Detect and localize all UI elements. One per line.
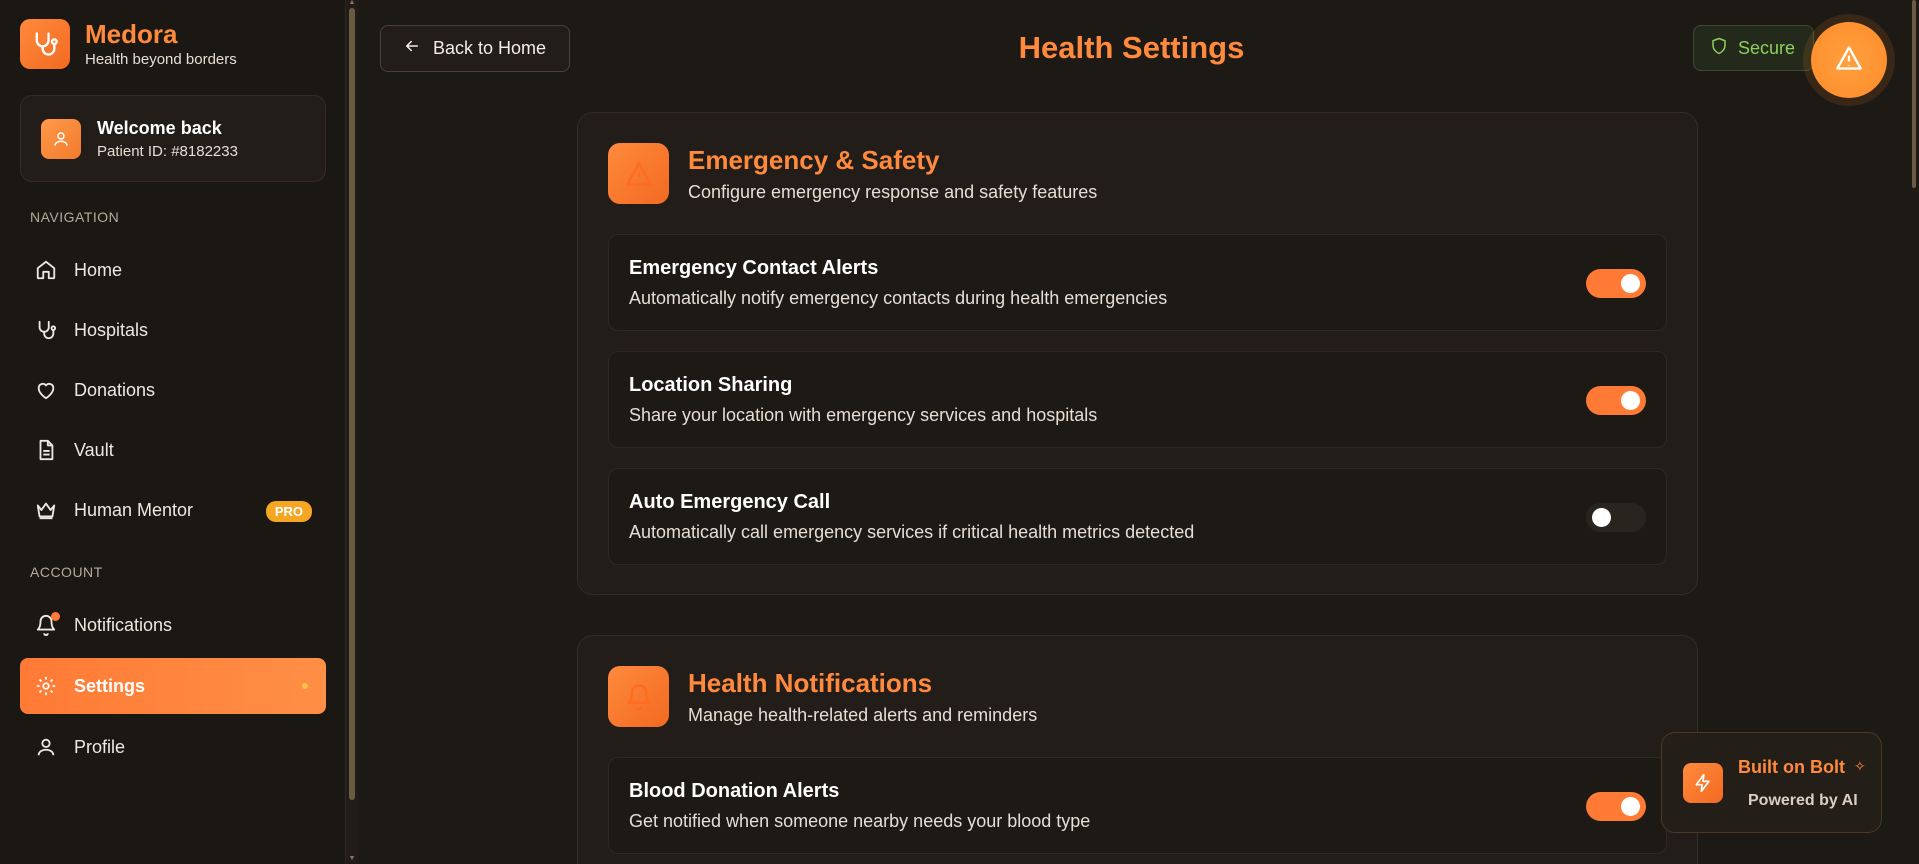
- section-title: Emergency & Safety: [688, 144, 940, 175]
- notification-dot: [51, 612, 60, 621]
- section-title: Health Notifications: [688, 667, 933, 698]
- home-icon: [34, 258, 58, 282]
- toggle-knob: [1621, 391, 1640, 410]
- bolt-subtitle: Powered by AI: [1748, 792, 1858, 809]
- scrollbar-thumb[interactable]: [1912, 0, 1916, 188]
- main-scrollbar[interactable]: [1909, 0, 1919, 864]
- emergency-contact-alerts-toggle[interactable]: [1586, 269, 1646, 298]
- section-subtitle: Configure emergency response and safety …: [688, 181, 1098, 202]
- sidebar-item-settings[interactable]: Settings: [20, 658, 326, 714]
- sidebar: Medora Health beyond borders Welcome bac…: [0, 0, 346, 864]
- secure-badge: Secure: [1693, 25, 1814, 71]
- setting-desc: Automatically call emergency services if…: [629, 522, 1195, 542]
- sparkle-icon: ✧: [1854, 758, 1866, 774]
- built-on-bolt-badge[interactable]: Built on Bolt ✧ Powered by AI: [1661, 732, 1882, 833]
- sidebar-item-home[interactable]: Home: [20, 242, 326, 298]
- patient-id: Patient ID: #8182233: [97, 142, 238, 160]
- secure-label: Secure: [1738, 37, 1796, 58]
- sidebar-item-label: Home: [74, 259, 123, 280]
- heart-icon: [34, 378, 58, 402]
- location-sharing-toggle[interactable]: [1586, 386, 1646, 415]
- user-avatar-icon: [41, 118, 81, 159]
- sidebar-item-vault[interactable]: Vault: [20, 422, 326, 478]
- setting-title: Auto Emergency Call: [629, 491, 831, 513]
- health-notifications-card: Health Notifications Manage health-relat…: [577, 635, 1698, 864]
- emergency-safety-card: Emergency & Safety Configure emergency r…: [577, 112, 1698, 595]
- back-button-label: Back to Home: [433, 38, 547, 58]
- warning-icon: [1835, 44, 1863, 77]
- bell-icon: [608, 666, 669, 727]
- sidebar-item-hospitals[interactable]: Hospitals: [20, 302, 326, 358]
- account-section-label: ACCOUNT: [30, 564, 103, 580]
- lightning-icon: [1683, 763, 1723, 803]
- sidebar-item-label: Hospitals: [74, 319, 149, 340]
- blood-donation-alerts-toggle[interactable]: [1586, 792, 1646, 821]
- scrollbar-thumb[interactable]: [349, 8, 355, 800]
- back-to-home-button[interactable]: Back to Home: [380, 25, 570, 72]
- setting-desc: Get notified when someone nearby needs y…: [629, 811, 1091, 831]
- sidebar-item-notifications[interactable]: Notifications: [20, 597, 326, 653]
- user-icon: [34, 735, 58, 759]
- gear-icon: [34, 674, 58, 698]
- sidebar-item-profile[interactable]: Profile: [20, 719, 326, 775]
- sidebar-item-label: Human Mentor: [74, 499, 194, 520]
- crown-icon: [34, 498, 58, 522]
- warning-icon: [608, 143, 669, 204]
- sidebar-item-human-mentor[interactable]: Human Mentor PRO: [20, 482, 326, 538]
- setting-emergency-contact-alerts: Emergency Contact Alerts Automatically n…: [608, 234, 1667, 331]
- shield-icon: [1710, 37, 1728, 60]
- toggle-knob: [1621, 274, 1640, 293]
- setting-blood-donation-alerts: Blood Donation Alerts Get notified when …: [608, 757, 1667, 854]
- bolt-title: Built on Bolt: [1738, 757, 1845, 777]
- setting-title: Emergency Contact Alerts: [629, 257, 879, 279]
- setting-title: Location Sharing: [629, 374, 793, 396]
- sidebar-item-label: Donations: [74, 379, 156, 400]
- arrow-left-icon: [403, 37, 421, 60]
- active-indicator: [302, 683, 308, 689]
- setting-desc: Automatically notify emergency contacts …: [629, 288, 1168, 308]
- page-title: Health Settings: [1018, 30, 1245, 65]
- sidebar-item-label: Profile: [74, 736, 126, 757]
- section-subtitle: Manage health-related alerts and reminde…: [688, 704, 1038, 725]
- document-icon: [34, 438, 58, 462]
- setting-desc: Share your location with emergency servi…: [629, 405, 1098, 425]
- pro-badge: PRO: [265, 501, 312, 522]
- emergency-sos-button[interactable]: [1811, 22, 1887, 98]
- toggle-knob: [1592, 508, 1611, 527]
- scroll-down-arrow-icon[interactable]: ▼: [348, 855, 356, 862]
- sidebar-item-label: Notifications: [74, 614, 173, 635]
- navigation-section-label: NAVIGATION: [30, 209, 120, 225]
- toggle-knob: [1621, 797, 1640, 816]
- sidebar-item-label: Vault: [74, 439, 114, 460]
- setting-title: Blood Donation Alerts: [629, 780, 840, 802]
- scroll-up-arrow-icon[interactable]: ▲: [348, 0, 356, 6]
- auto-emergency-call-toggle[interactable]: [1586, 503, 1646, 532]
- bell-icon: [34, 612, 60, 637]
- welcome-card: Welcome back Patient ID: #8182233: [20, 95, 326, 182]
- sidebar-scrollbar[interactable]: ▲ ▼: [346, 0, 358, 864]
- sidebar-item-label: Settings: [74, 675, 146, 696]
- sidebar-item-donations[interactable]: Donations: [20, 362, 326, 418]
- setting-location-sharing: Location Sharing Share your location wit…: [608, 351, 1667, 448]
- welcome-title: Welcome back: [97, 117, 222, 138]
- setting-auto-emergency-call: Auto Emergency Call Automatically call e…: [608, 468, 1667, 565]
- stethoscope-icon: [34, 318, 58, 342]
